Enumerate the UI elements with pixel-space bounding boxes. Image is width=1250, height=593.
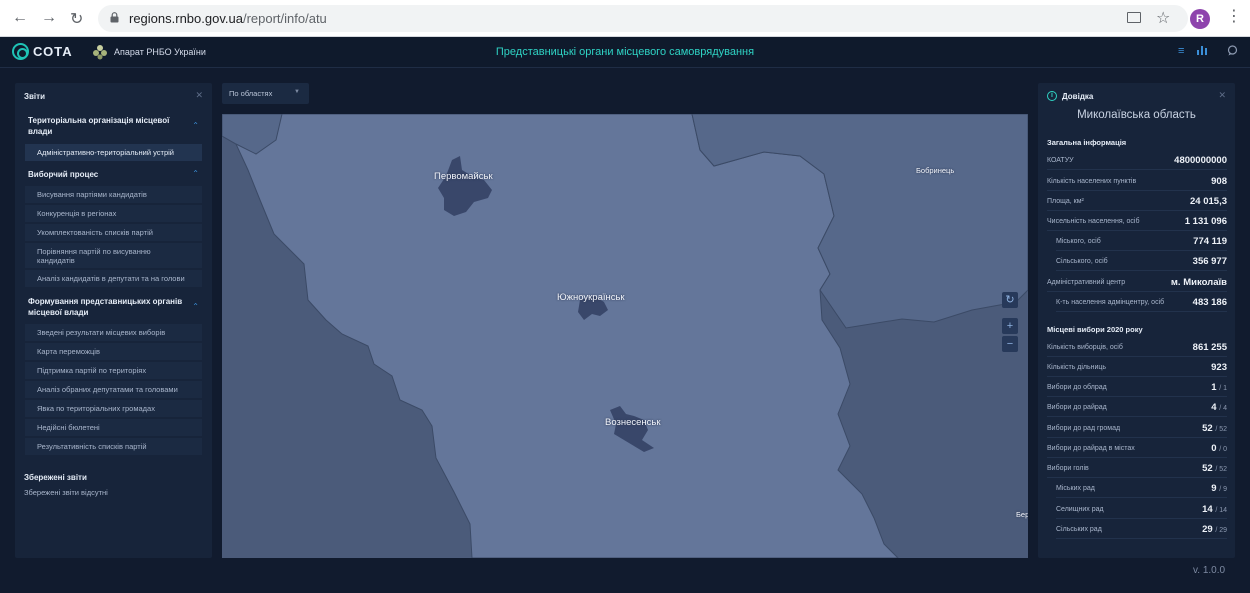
- city-label-yuzhnoukrainsk: Южноукраїнськ: [557, 292, 625, 303]
- chevron-up-icon[interactable]: ⌃: [192, 169, 199, 178]
- address-bar[interactable]: regions.rnbo.gov.ua/report/info/atu: [98, 5, 1188, 32]
- info-row: Сільського, осіб 356 977: [1056, 252, 1227, 271]
- saved-reports-empty: Збережені звіти відсутні: [24, 488, 108, 497]
- report-item-elected[interactable]: Аналіз обраних депутатами та головами: [25, 381, 202, 398]
- info-panel-title: Довідка: [1062, 91, 1094, 101]
- cast-icon[interactable]: [1127, 12, 1141, 23]
- chart-view-icon[interactable]: [1197, 45, 1207, 58]
- report-item-candidates[interactable]: Аналіз кандидатів в депутати та на голов…: [25, 270, 202, 287]
- reports-panel: Звіти ✕ Територіальна організація місцев…: [15, 83, 212, 558]
- report-item-turnout[interactable]: Явка по територіальних громадах: [25, 400, 202, 417]
- section-formation[interactable]: Формування представницьких органів місце…: [28, 296, 188, 318]
- map-regions: [222, 114, 1028, 558]
- lock-icon: [110, 12, 119, 23]
- forward-icon[interactable]: →: [41, 9, 57, 27]
- report-item-atu[interactable]: Адміністративно-територіальний устрій: [25, 144, 202, 161]
- info-row: Вибори до райрад в містах 0 / 0: [1047, 439, 1227, 458]
- browser-menu-icon[interactable]: ⋮: [1226, 9, 1242, 25]
- refresh-icon[interactable]: ↻: [1002, 292, 1018, 308]
- report-item-competition[interactable]: Конкуренція в регіонах: [25, 205, 202, 222]
- city-label-pervomaisk: Первомайськ: [434, 171, 493, 182]
- info-row: Міського, осіб 774 119: [1056, 232, 1227, 251]
- info-row: Селищних рад 14 / 14: [1056, 500, 1227, 519]
- info-panel: i Довідка ✕ Миколаївська область Загальн…: [1038, 83, 1235, 558]
- chevron-up-icon[interactable]: ⌃: [192, 302, 199, 311]
- page-title: Представницькі органи місцевого самовряд…: [495, 46, 755, 58]
- general-info-title: Загальна інформація: [1047, 138, 1127, 147]
- report-item-list-effectiveness[interactable]: Результативність списків партій: [25, 438, 202, 455]
- app-header: СОТА Апарат РНБО України Представницькі …: [0, 37, 1250, 68]
- city-label-voznesensk: Вознесенськ: [605, 417, 661, 428]
- report-item-party-compare[interactable]: Порівняння партій по висуванню кандидаті…: [25, 243, 202, 268]
- info-row: Сільських рад 29 / 29: [1056, 520, 1227, 539]
- chat-icon[interactable]: [1227, 45, 1238, 59]
- report-item-invalid[interactable]: Недійсні бюлетені: [25, 419, 202, 436]
- region-name: Миколаївська область: [1077, 109, 1196, 121]
- info-row: Кількість населених пунктів 908: [1047, 172, 1227, 191]
- zoom-out-button[interactable]: −: [1002, 336, 1018, 352]
- chevron-up-icon[interactable]: ⌃: [192, 121, 199, 130]
- zoom-in-button[interactable]: +: [1002, 318, 1018, 334]
- info-row: Адміністративний центр м. Миколаїв: [1047, 273, 1227, 292]
- level-select-value: По областях: [229, 89, 273, 98]
- section-election-process[interactable]: Виборчий процес: [28, 169, 188, 180]
- map-area[interactable]: Первомайськ Южноукраїнськ Вознесенськ Бо…: [222, 114, 1028, 558]
- app-version: v. 1.0.0: [1193, 565, 1226, 576]
- close-icon[interactable]: ✕: [195, 90, 203, 101]
- info-row: Вибори до облрад 1 / 1: [1047, 378, 1227, 397]
- report-item-results[interactable]: Зведені результати місцевих виборів: [25, 324, 202, 341]
- reports-title: Звіти: [24, 92, 45, 101]
- chevron-down-icon: ▼: [294, 89, 300, 95]
- info-row: Площа, км² 24 015,3: [1047, 192, 1227, 211]
- section-territorial[interactable]: Територіальна організація місцевої влади: [28, 115, 188, 137]
- report-item-winners-map[interactable]: Карта переможців: [25, 343, 202, 360]
- city-label-bereznehuvate: Бер: [1016, 510, 1028, 519]
- reload-icon[interactable]: ↻: [70, 9, 83, 29]
- elections-title: Місцеві вибори 2020 року: [1047, 325, 1143, 334]
- info-row: Вибори до райрад 4 / 4: [1047, 398, 1227, 417]
- list-view-icon[interactable]: ≡: [1178, 45, 1184, 57]
- info-row: Кількість виборців, осіб 861 255: [1047, 338, 1227, 357]
- info-row: Вибори до рад громад 52 / 52: [1047, 419, 1227, 438]
- bookmark-star-icon[interactable]: ☆: [1156, 8, 1170, 28]
- close-icon[interactable]: ✕: [1218, 90, 1226, 101]
- url-text: regions.rnbo.gov.ua/report/info/atu: [129, 11, 327, 26]
- back-icon[interactable]: ←: [12, 9, 28, 27]
- info-row: К-ть населення адмінцентру, осіб 483 186: [1056, 293, 1227, 312]
- info-row: Чисельність населення, осіб 1 131 096: [1047, 212, 1227, 231]
- info-panel-header: i Довідка: [1047, 91, 1093, 101]
- report-item-lists[interactable]: Укомплектованість списків партій: [25, 224, 202, 241]
- profile-avatar[interactable]: R: [1190, 9, 1210, 29]
- info-row: Вибори голів 52 / 52: [1047, 459, 1227, 478]
- info-row: Міських рад 9 / 9: [1056, 479, 1227, 498]
- info-row: КОАТУУ 4800000000: [1047, 151, 1227, 170]
- city-label-bobrynets: Бобринець: [916, 166, 955, 175]
- saved-reports-title: Збережені звіти: [24, 473, 87, 482]
- report-item-support[interactable]: Підтримка партій по територіях: [25, 362, 202, 379]
- browser-toolbar: ← → ↻ regions.rnbo.gov.ua/report/info/at…: [0, 0, 1250, 37]
- info-icon: i: [1047, 91, 1057, 101]
- level-select[interactable]: По областях ▼: [222, 83, 309, 104]
- info-row: Кількість дільниць 923: [1047, 358, 1227, 377]
- report-item-nomination[interactable]: Висування партіями кандидатів: [25, 186, 202, 203]
